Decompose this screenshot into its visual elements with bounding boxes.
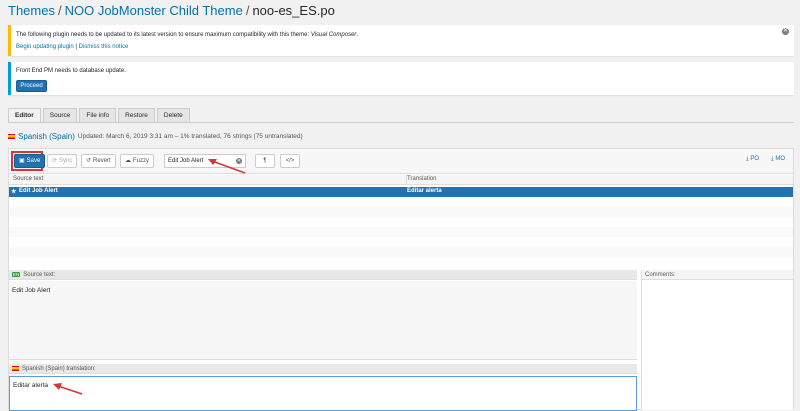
comments-header: Comments: (642, 270, 793, 280)
toolbar: ▣ Save ⟳ Sync ↺ Revert ☁ Fuzzy Edit Job Aler… (9, 149, 793, 174)
breadcrumb-themes-link[interactable]: Themes (8, 3, 55, 18)
spain-flag-icon (12, 366, 19, 371)
revert-label: Revert (93, 158, 111, 164)
star-icon: ★ (11, 189, 17, 195)
proceed-button[interactable]: Proceed (16, 80, 47, 92)
plugin-update-notice: The following plugin needs to be updated… (8, 25, 794, 56)
download-mo-button[interactable]: ⤓ MO (771, 156, 785, 163)
breadcrumb-theme-link[interactable]: NOO JobMonster Child Theme (65, 3, 243, 18)
revert-icon: ↺ (86, 158, 92, 164)
comments-label: Comments: (645, 271, 676, 278)
grid-header: Source text Translation (9, 175, 793, 185)
download-icon: ⤓ (746, 156, 749, 162)
code-icon: </> (285, 158, 295, 164)
translation-input[interactable]: Editar alerta (9, 376, 637, 411)
tabs-divider (8, 122, 794, 123)
db-update-notice: Front End PM needs to database update. P… (8, 62, 794, 95)
download-icon: ⤓ (771, 156, 774, 162)
column-divider (406, 175, 407, 185)
db-update-message: Front End PM needs to database update. (16, 68, 126, 74)
row-translation: Editar alerta (407, 188, 442, 194)
source-text-label: Source text: (23, 271, 56, 278)
en-flag-icon: EN (12, 272, 21, 277)
mo-label: MO (775, 156, 785, 162)
row-source: Edit Job Alert (19, 188, 58, 194)
save-icon: ▣ (19, 158, 25, 164)
begin-updating-link[interactable]: Begin updating plugin (16, 44, 74, 50)
translation-value: Editar alerta (13, 382, 49, 389)
plugin-update-suffix: . (356, 32, 359, 38)
language-meta: Updated: March 6, 2019 3:31 am – 1% tran… (77, 133, 303, 140)
download-po-button[interactable]: ⤓ PO (746, 156, 759, 163)
source-text-box: Edit Job Alert (9, 281, 637, 360)
tab-restore[interactable]: Restore (118, 108, 155, 122)
source-text-header: EN Source text: (9, 270, 637, 280)
save-label: Save (26, 158, 41, 164)
breadcrumb: Themes / NOO JobMonster Child Theme / noo-es… (8, 3, 335, 18)
grid-empty-rows (9, 197, 793, 267)
sync-icon: ⟳ (52, 158, 58, 164)
fuzzy-button[interactable]: ☁ Fuzzy (120, 154, 155, 168)
tab-delete[interactable]: Delete (156, 108, 190, 122)
fuzzy-label: Fuzzy (133, 158, 150, 164)
save-button[interactable]: ▣ Save (14, 154, 46, 168)
dismiss-notice-link[interactable]: Dismiss this notice (79, 44, 129, 50)
plugin-name: Visual Composer (310, 32, 357, 38)
breadcrumb-separator: / (57, 3, 62, 18)
translation-label: Spanish (Spain) translation: (22, 365, 96, 372)
plugin-update-message: The following plugin needs to be updated… (16, 32, 358, 38)
editor-panel: ▣ Save ⟳ Sync ↺ Revert ☁ Fuzzy Edit Job Aler… (8, 148, 794, 411)
plugin-update-links: Begin updating plugin | Dismiss this not… (16, 44, 128, 50)
revert-button[interactable]: ↺ Revert (81, 154, 116, 168)
po-label: PO (750, 156, 759, 162)
source-text-value: Edit Job Alert (12, 287, 51, 294)
sync-label: Sync (59, 158, 73, 164)
breadcrumb-separator: / (245, 3, 250, 18)
source-text-section: EN Source text: Edit Job Alert (9, 270, 637, 360)
sync-button[interactable]: ⟳ Sync (47, 154, 78, 168)
filter-input[interactable]: Edit Job Alert ✕ (164, 154, 246, 168)
pilcrow-icon: ¶ (263, 158, 267, 164)
spain-flag-icon (8, 134, 15, 139)
comments-section: Comments: (641, 270, 793, 410)
column-source-header[interactable]: Source text (13, 176, 43, 182)
code-view-button[interactable]: </> (280, 154, 300, 168)
translation-section: Spanish (Spain) translation: Editar aler… (9, 364, 637, 411)
language-info: Spanish (Spain) Updated: March 6, 2019 3… (8, 132, 303, 141)
clear-filter-icon[interactable]: ✕ (236, 158, 242, 164)
table-row[interactable]: ★ Edit Job Alert Editar alerta (9, 187, 793, 197)
language-link[interactable]: Spanish (Spain) (18, 132, 75, 141)
translation-header: Spanish (Spain) translation: (9, 364, 637, 374)
dismiss-icon[interactable]: ✕ (782, 28, 789, 35)
invisibles-button[interactable]: ¶ (255, 154, 275, 168)
link-separator: | (75, 44, 77, 50)
tab-file-info[interactable]: File info (79, 108, 117, 122)
filter-value: Edit Job Alert (168, 158, 204, 164)
breadcrumb-current-file: noo-es_ES.po (252, 3, 335, 18)
cloud-icon: ☁ (125, 158, 131, 164)
tab-editor[interactable]: Editor (8, 108, 41, 123)
editor-tabs: Editor Source File info Restore Delete (8, 108, 190, 123)
tab-source[interactable]: Source (42, 108, 78, 122)
column-translation-header[interactable]: Translation (407, 176, 436, 182)
plugin-update-text: The following plugin needs to be updated… (16, 32, 311, 38)
